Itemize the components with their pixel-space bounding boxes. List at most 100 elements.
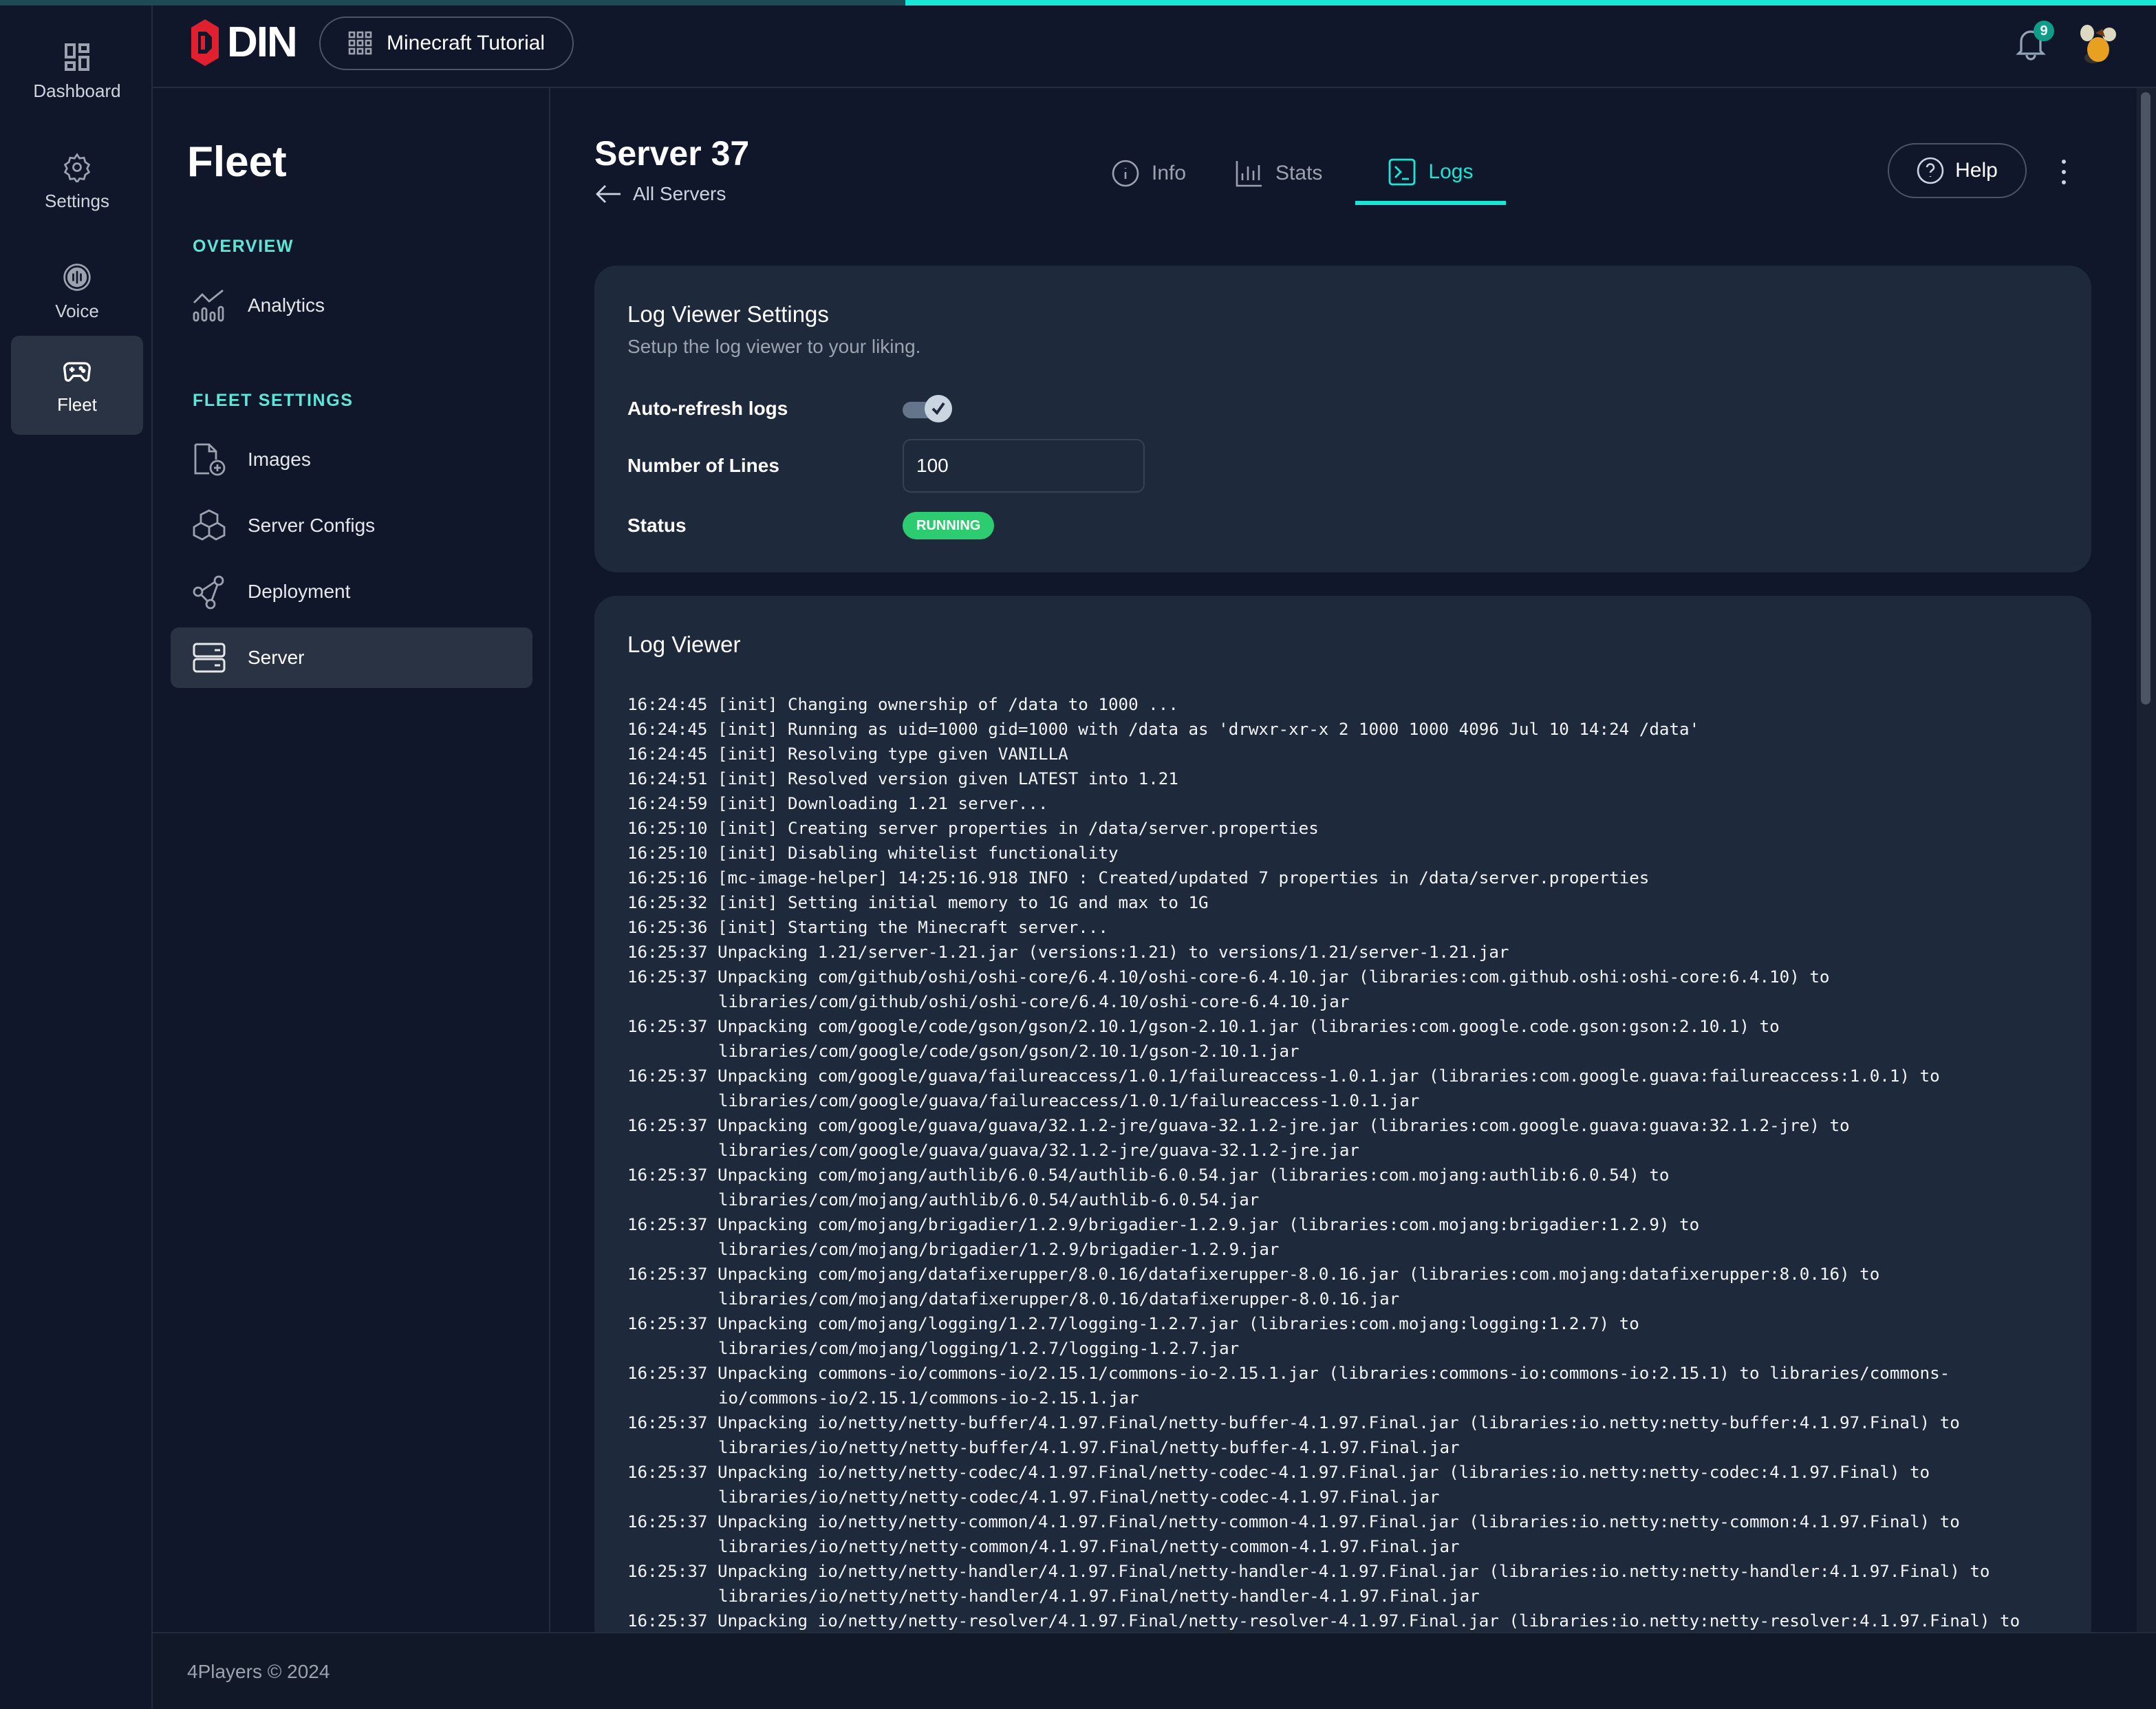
footer: 4Players © 2024 xyxy=(153,1632,2156,1709)
status-label: Status xyxy=(627,515,687,536)
loading-progress-bar xyxy=(0,0,2156,6)
terminal-icon xyxy=(1389,158,1416,186)
boxes-icon xyxy=(193,509,226,541)
tab-label: Stats xyxy=(1275,162,1323,184)
log-line: 16:25:37 Unpacking io/netty/netty-handle… xyxy=(627,1562,2001,1606)
log-line: 16:24:45 [init] Running as uid=1000 gid=… xyxy=(627,720,1700,739)
odin-logo[interactable]: DIN xyxy=(186,18,298,67)
rail-label: Fleet xyxy=(57,394,97,415)
tab-logs[interactable]: Logs xyxy=(1355,143,1507,205)
back-label: All Servers xyxy=(633,183,726,204)
rail-item-fleet[interactable]: Fleet xyxy=(11,336,143,435)
top-bar: DIN Minecraft Tutorial 9 xyxy=(153,6,2156,88)
info-icon xyxy=(1112,160,1139,187)
arrow-left-icon xyxy=(596,185,621,203)
tab-info[interactable]: Info xyxy=(1095,143,1203,204)
app-rail: Dashboard Settings Voice Fleet xyxy=(0,6,153,1709)
log-line: 16:25:37 Unpacking com/google/code/gson/… xyxy=(627,1017,1790,1061)
gamepad-icon xyxy=(63,361,91,382)
tab-label: Info xyxy=(1152,162,1187,184)
log-line: 16:24:59 [init] Downloading 1.21 server.… xyxy=(627,794,1048,813)
status-row: Status RUNNING xyxy=(627,512,995,539)
log-line: 16:25:37 Unpacking com/google/guava/guav… xyxy=(627,1116,1860,1160)
log-line: 16:24:45 [init] Resolving type given VAN… xyxy=(627,744,1068,764)
log-line: 16:25:32 [init] Setting initial memory t… xyxy=(627,893,1209,912)
image-file-icon xyxy=(194,443,226,476)
log-line: 16:25:37 Unpacking com/mojang/logging/1.… xyxy=(627,1314,1650,1358)
log-line: 16:25:37 Unpacking io/netty/netty-codec/… xyxy=(627,1463,1940,1507)
settings-subtitle: Setup the log viewer to your liking. xyxy=(627,336,921,357)
project-selector[interactable]: Minecraft Tutorial xyxy=(319,17,574,70)
log-line: 16:25:10 [init] Disabling whitelist func… xyxy=(627,843,1119,863)
rail-item-settings[interactable]: Settings xyxy=(11,132,143,231)
server-icon xyxy=(193,643,226,673)
log-viewer-settings-card: Log Viewer Settings Setup the log viewer… xyxy=(594,266,2091,572)
share-nodes-icon xyxy=(193,575,224,610)
gear-icon xyxy=(63,152,91,182)
log-line: 16:25:37 Unpacking io/netty/netty-buffer… xyxy=(627,1413,1970,1457)
auto-refresh-label: Auto-refresh logs xyxy=(627,398,788,419)
rail-label: Settings xyxy=(45,190,109,211)
nav-label: Images xyxy=(248,449,311,470)
log-line: 16:25:37 Unpacking 1.21/server-1.21.jar … xyxy=(627,943,1509,962)
sidebar-item-deployment[interactable]: Deployment xyxy=(171,561,532,622)
log-line: 16:25:37 Unpacking com/google/guava/fail… xyxy=(627,1066,1950,1110)
help-button[interactable]: Help xyxy=(1888,143,2027,198)
auto-refresh-row: Auto-refresh logs xyxy=(627,395,952,422)
status-badge: RUNNING xyxy=(903,512,995,539)
sidebar-item-images[interactable]: Images xyxy=(171,429,532,490)
rail-item-voice[interactable]: Voice xyxy=(11,242,143,341)
main-content: Server 37 All Servers Info Stats Logs He… xyxy=(550,88,2137,1650)
log-line: 16:25:37 Unpacking com/mojang/brigadier/… xyxy=(627,1215,1710,1259)
project-name: Minecraft Tutorial xyxy=(387,32,546,54)
bar-chart-icon xyxy=(1236,161,1262,187)
tab-stats[interactable]: Stats xyxy=(1219,143,1339,204)
sidebar-title: Fleet xyxy=(187,138,287,186)
more-options-icon[interactable] xyxy=(2057,157,2071,187)
back-link[interactable]: All Servers xyxy=(594,183,726,205)
number-of-lines-input[interactable] xyxy=(903,439,1145,493)
page-scrollbar[interactable] xyxy=(2137,88,2156,1632)
log-line: 16:25:16 [mc-image-helper] 14:25:16.918 … xyxy=(627,868,1650,888)
settings-title: Log Viewer Settings xyxy=(627,301,829,327)
notification-badge: 9 xyxy=(2034,21,2054,41)
log-line: 16:25:36 [init] Starting the Minecraft s… xyxy=(627,918,1108,937)
log-line: 16:24:45 [init] Changing ownership of /d… xyxy=(627,695,1178,714)
avatar[interactable] xyxy=(2076,22,2117,66)
nav-label: Analytics xyxy=(248,294,325,316)
dashboard-icon xyxy=(65,43,89,71)
question-circle-icon xyxy=(1917,157,1944,184)
nav-label: Server xyxy=(248,647,305,668)
sidebar-item-server[interactable]: Server xyxy=(171,627,532,688)
logo-mark-icon xyxy=(191,19,219,66)
progress-fill xyxy=(905,0,2156,6)
voice-icon xyxy=(63,263,91,291)
log-line: 16:25:37 Unpacking com/mojang/datafixeru… xyxy=(627,1265,1890,1309)
log-line: 16:25:37 Unpacking io/netty/netty-common… xyxy=(627,1512,1970,1556)
copyright: 4Players © 2024 xyxy=(187,1661,330,1682)
sidebar-item-analytics[interactable]: Analytics xyxy=(171,275,532,336)
lines-label: Number of Lines xyxy=(627,455,779,476)
log-line: 16:25:10 [init] Creating server properti… xyxy=(627,819,1319,838)
log-viewer-card: Log Viewer 16:24:45 [init] Changing owne… xyxy=(594,596,2091,1650)
log-line: 16:25:37 Unpacking com/mojang/authlib/6.… xyxy=(627,1165,1680,1210)
fleet-sidebar: Fleet OVERVIEW Analytics FLEET SETTINGS … xyxy=(153,88,550,1632)
nav-label: Deployment xyxy=(248,581,351,602)
rail-label: Dashboard xyxy=(33,80,121,101)
rail-item-dashboard[interactable]: Dashboard xyxy=(11,22,143,121)
log-line: 16:25:37 Unpacking com/github/oshi/oshi-… xyxy=(627,967,1840,1011)
log-line: 16:24:51 [init] Resolved version given L… xyxy=(627,769,1178,788)
page-title: Server 37 xyxy=(594,134,750,173)
grid-icon xyxy=(348,31,372,55)
analytics-icon xyxy=(193,289,224,322)
sidebar-item-server-configs[interactable]: Server Configs xyxy=(171,495,532,556)
scrollbar-thumb[interactable] xyxy=(2141,92,2150,705)
log-output[interactable]: 16:24:45 [init] Changing ownership of /d… xyxy=(627,692,2058,1633)
tab-bar: Info Stats Logs xyxy=(1095,143,1522,205)
log-line: 16:25:37 Unpacking commons-io/commons-io… xyxy=(627,1364,1950,1408)
auto-refresh-toggle[interactable] xyxy=(903,395,952,422)
section-overview: OVERVIEW xyxy=(193,237,294,256)
lines-row: Number of Lines xyxy=(627,439,1145,493)
log-viewer-title: Log Viewer xyxy=(627,632,741,657)
section-fleet-settings: FLEET SETTINGS xyxy=(193,391,354,410)
